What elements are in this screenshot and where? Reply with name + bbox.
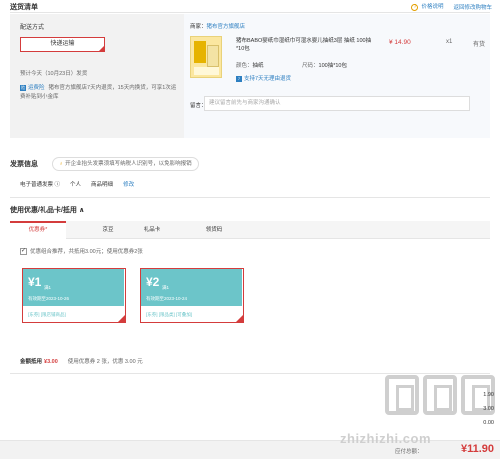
coupon-section-toggle[interactable]: 使用优惠/礼品卡/抵用 ∧ xyxy=(10,205,85,215)
tab-redeem-code[interactable]: 领货码 xyxy=(172,221,256,239)
coupon-condition: 满1 xyxy=(44,285,52,290)
invoice-title: 发票信息 xyxy=(10,161,38,168)
back-to-cart-link[interactable]: 返回修改购物车 xyxy=(453,3,492,11)
express-shipping-button[interactable]: 快递运输 xyxy=(20,37,105,52)
payable-label: 应付总额： xyxy=(395,449,423,455)
discount-amount: ¥3.00 xyxy=(44,359,58,365)
size-attribute: 尺码：100抽*10包 xyxy=(302,63,347,69)
shipping-service: 险运费险 猪布官方旗舰店7天内退货，15天内换货，可享1次运费补贴到小金库 xyxy=(20,84,180,102)
discount-summary-label: 金额抵用 xyxy=(20,359,43,365)
return-policy[interactable]: 7 支持7天无理由退货 xyxy=(236,74,291,82)
header-links: ? 价格说明 返回修改购物车 xyxy=(411,2,492,11)
watermark-logo xyxy=(385,375,495,417)
coupon-amount: ¥2 xyxy=(146,275,160,289)
divider xyxy=(10,373,490,374)
seller-name-link[interactable]: 猪布官方旗舰店 xyxy=(207,24,246,30)
lightbulb-icon: ♁ xyxy=(59,161,64,167)
coupon-tags: [东券] [限店铺商品] xyxy=(28,312,66,317)
coupon-tags: [东券] [限品类] [可叠加] xyxy=(146,312,193,317)
shipping-method-label: 配送方式 xyxy=(20,25,45,31)
product-quantity: x1 xyxy=(446,39,453,45)
coupon-validity: 有效期至2023-10-24 xyxy=(146,296,188,301)
return-icon: 7 xyxy=(236,76,242,82)
invoice-type: 电子普通发票 ⓘ xyxy=(20,182,61,188)
coupon-condition: 满1 xyxy=(162,285,170,290)
note-input[interactable]: 建议留言前先与商家沟通确认 xyxy=(204,96,470,111)
seller-info: 商家：猪布官方旗舰店 xyxy=(190,24,246,30)
discount-total: 3.00 xyxy=(483,406,494,412)
coupon-card[interactable]: ¥1 满1 有效期至2023-10-26 [东券] [限店铺商品] xyxy=(22,268,126,323)
product-name[interactable]: 猪布BABO婴纸巾湿纸巾可湿水婴儿抽纸3层 抽纸 100抽*10包 xyxy=(236,37,374,53)
divider xyxy=(10,12,490,13)
auto-recommend-row: 优惠组合推荐，共抵用3.00元；使用优惠券2张 xyxy=(20,247,143,255)
question-icon: ? xyxy=(411,4,419,11)
payable-amount: ¥11.90 xyxy=(460,443,494,455)
product-price: ¥ 14.90 xyxy=(389,39,411,46)
coupon-tabs: 优惠券* 京豆 礼品卡 领货码 xyxy=(10,221,490,239)
invoice-tip: ♁ 开企业抬头发票须填写纳税人识别号，以免影响报销 xyxy=(52,157,199,171)
product-image[interactable] xyxy=(190,36,222,78)
freight-total: 0.00 xyxy=(483,420,494,426)
insurance-icon: 险 xyxy=(20,85,26,91)
watermark-text: zhizhizhi.com xyxy=(340,431,431,446)
coupon-validity: 有效期至2023-10-26 xyxy=(28,296,70,301)
discount-summary-text: 使用优惠券 2 张，优惠 3.00 元 xyxy=(67,359,143,365)
price-info-link[interactable]: ? 价格说明 xyxy=(411,2,443,11)
goods-total: 1.90 xyxy=(483,392,494,398)
divider xyxy=(10,197,490,198)
discount-summary: 金额抵用 ¥3.00 使用优惠券 2 张，优惠 3.00 元 xyxy=(20,357,143,365)
coupon-card[interactable]: ¥2 满1 有效期至2023-10-24 [东券] [限品类] [可叠加] xyxy=(140,268,244,323)
page-title: 送货清单 xyxy=(10,4,38,11)
stock-status: 有货 xyxy=(473,42,486,48)
invoice-edit-link[interactable]: 修改 xyxy=(123,180,134,188)
invoice-holder: 个人 xyxy=(70,182,82,188)
tab-coupons[interactable]: 优惠券* xyxy=(10,221,66,239)
shipping-panel: 配送方式 快递运输 预计今天（10月23日）发货 险运费险 猪布官方旗舰店7天内退… xyxy=(10,14,184,138)
shipping-eta: 预计今天（10月23日）发货 xyxy=(20,71,88,77)
color-attribute: 颜色：抽纸 xyxy=(236,63,264,69)
auto-recommend-checkbox[interactable] xyxy=(20,247,27,255)
invoice-details: 电子普通发票 ⓘ 个人 商品明细 修改 xyxy=(20,180,134,188)
invoice-content: 商品明细 xyxy=(91,182,114,188)
freight-insurance-tag[interactable]: 险运费险 xyxy=(20,85,45,91)
store-panel: 商家：猪布官方旗舰店 猪布BABO婴纸巾湿纸巾可湿水婴儿抽纸3层 抽纸 100抽… xyxy=(184,14,490,138)
auto-recommend-text: 优惠组合推荐，共抵用3.00元；使用优惠券2张 xyxy=(30,249,143,255)
coupon-amount: ¥1 xyxy=(28,275,42,289)
